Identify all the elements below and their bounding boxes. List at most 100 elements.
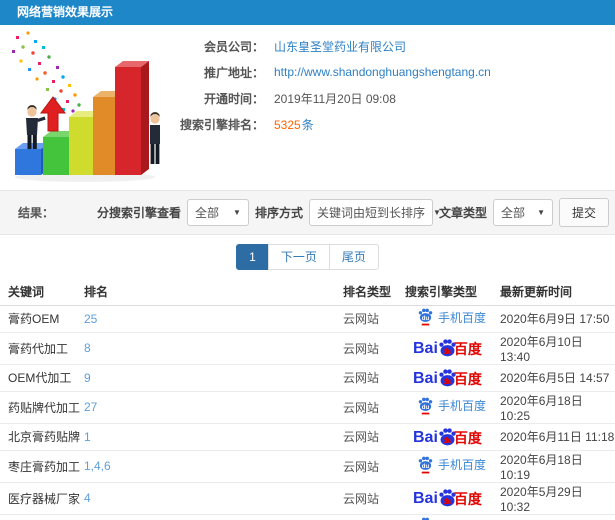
header-rank: 排名 — [84, 278, 343, 306]
submit-button[interactable]: 提交 — [558, 198, 609, 227]
rank-cell: 27 — [84, 391, 343, 424]
page-title: 网络营销效果展示 — [17, 5, 114, 19]
updated-cell: 2020年6月18日 10:25 — [500, 391, 615, 424]
keyword-text: OEM代加工 — [8, 371, 72, 385]
keyword-text: 药贴牌代加工 — [8, 400, 81, 415]
sort-label: 排序方式 — [254, 206, 303, 220]
baidu-bai-text: Bai — [413, 428, 438, 446]
rank-type-text: 云网站 — [343, 459, 380, 474]
rank-type-cell: 云网站 — [343, 423, 405, 451]
rank-cell: 4 — [84, 482, 343, 515]
keyword-cell: 北京膏药贴牌 — [0, 423, 84, 451]
marketing-effect-page: 网络营销效果展示 会员公司： 山东皇圣堂药业有限公司 推广地址： http://… — [0, 0, 615, 520]
rank-total-label: 搜索引擎排名： — [179, 117, 264, 132]
keyword-cell: 药贴牌代加工 — [0, 391, 84, 424]
bar-red — [115, 61, 149, 175]
header-updated: 最新更新时间 — [500, 278, 615, 306]
table-row: 菏泽膏药厂家 17 云网站 du手机百度 2020年6月11日 11:40 — [0, 514, 615, 520]
rank-link[interactable]: 25 — [84, 312, 97, 326]
updated-cell: 2020年6月18日 10:19 — [500, 450, 615, 483]
rank-cell: 9 — [84, 364, 343, 392]
mobile-baidu-label: 手机百度 — [438, 458, 487, 472]
rank-type-text: 云网站 — [343, 341, 380, 356]
businessman-right — [150, 112, 160, 164]
rank-type-text: 云网站 — [343, 430, 380, 444]
rank-link[interactable]: 27 — [84, 400, 97, 414]
rank-type-text: 云网站 — [343, 400, 380, 415]
article-type-select[interactable]: 全部 ▼ — [492, 199, 553, 226]
keyword-cell: 医疗器械厂家 — [0, 482, 84, 515]
chevron-down-icon: ▼ — [233, 208, 241, 217]
engine-cell: du 手机百度 — [405, 305, 500, 333]
engine-filter-select[interactable]: 全部 ▼ — [186, 199, 249, 226]
mobile-baidu-logo: du 手机百度 — [405, 308, 486, 326]
sort-select[interactable]: 关键词由短到长排序 ▼ — [308, 199, 441, 226]
updated-cell: 2020年6月10日 13:40 — [500, 332, 615, 365]
baidu-bai-text: Bai — [413, 369, 438, 387]
updated-text: 2020年6月5日 14:57 — [500, 371, 610, 385]
rank-link[interactable]: 9 — [84, 371, 91, 385]
rank-link[interactable]: 8 — [84, 341, 91, 355]
info-rows: 会员公司： 山东皇圣堂药业有限公司 推广地址： http://www.shand… — [178, 33, 491, 137]
baidu-cn-text: 百度 — [453, 341, 482, 357]
updated-text: 2020年6月10日 13:40 — [500, 334, 583, 364]
updated-cell: 2020年6月11日 11:40 — [500, 514, 615, 520]
open-time-value: 2019年11月20日 09:08 — [274, 91, 396, 106]
updated-text: 2020年6月18日 10:25 — [500, 393, 583, 423]
info-row-url: 推广地址： http://www.shandonghuangshengtang.… — [178, 59, 491, 85]
confetti-dots — [12, 31, 81, 113]
engine-cell: du 手机百度 — [405, 450, 500, 483]
keyword-cell: 菏泽膏药厂家 — [0, 514, 84, 520]
company-label: 会员公司： — [203, 39, 264, 54]
rank-total-unit: 条 — [301, 117, 314, 132]
rank-type-cell: 云网站 — [343, 305, 405, 333]
svg-text:du: du — [422, 315, 430, 322]
rank-total-value: 5325条 — [274, 116, 314, 133]
growth-bar-chart-illustration — [12, 31, 160, 182]
rank-cell: 25 — [84, 305, 343, 333]
keyword-text: 北京膏药贴牌 — [8, 430, 81, 444]
svg-text:du: du — [443, 376, 453, 385]
rank-cell: 1 — [84, 423, 343, 451]
rank-type-cell: 云网站 — [343, 391, 405, 424]
baidu-logo: Bai du 百度 — [405, 339, 482, 357]
company-link[interactable]: 山东皇圣堂药业有限公司 — [274, 38, 406, 55]
result-label: 结果： — [18, 206, 55, 220]
header-engine-type: 搜索引擎类型 — [405, 278, 500, 306]
info-row-company: 会员公司： 山东皇圣堂药业有限公司 — [178, 33, 491, 59]
header-rank-type: 排名类型 — [343, 278, 405, 306]
rank-type-text: 云网站 — [343, 491, 380, 506]
rank-type-cell: 云网站 — [343, 450, 405, 483]
updated-cell: 2020年6月11日 11:18 — [500, 423, 615, 451]
open-time-label: 开通时间： — [203, 91, 264, 106]
rank-type-cell: 云网站 — [343, 482, 405, 515]
promo-url-link[interactable]: http://www.shandonghuangshengtang.cn — [274, 65, 491, 79]
next-page-button[interactable]: 下一页 — [267, 243, 330, 270]
table-row: 膏药代加工 8 云网站 Bai du 百度 2020年6月10日 13:40 — [0, 332, 615, 365]
table-row: 枣庄膏药加工 1,4,6 云网站 du 手机百度 2020年6月18日 10:19 — [0, 450, 615, 483]
promo-url-label: 推广地址： — [203, 65, 264, 80]
table-row: 医疗器械厂家 4 云网站 Bai du 百度 2020年5月29日 10:32 — [0, 482, 615, 515]
mobile-baidu-paw-icon: du — [418, 397, 433, 414]
baidu-logo: Bai du 百度 — [405, 427, 482, 446]
rank-link[interactable]: 1 — [84, 430, 91, 444]
engine-cell: Bai du 百度 — [405, 364, 500, 392]
keyword-cell: 膏药代加工 — [0, 332, 84, 365]
updated-text: 2020年5月29日 10:32 — [500, 484, 583, 514]
rank-type-cell: 云网站 — [343, 364, 405, 392]
last-page-button[interactable]: 尾页 — [328, 243, 379, 270]
page-1-button[interactable]: 1 — [236, 243, 269, 270]
article-type-value: 全部 — [500, 206, 525, 220]
keyword-text: 膏药OEM — [8, 312, 60, 326]
table-header-row: 关键词 排名 排名类型 搜索引擎类型 最新更新时间 — [0, 278, 615, 306]
engine-cell: Bai du 百度 — [405, 423, 500, 451]
rank-link[interactable]: 4 — [84, 491, 91, 505]
table-row: 药贴牌代加工 27 云网站 du 手机百度 2020年6月18日 10:25 — [0, 391, 615, 424]
rank-link[interactable]: 1,4,6 — [84, 459, 111, 473]
rank-cell: 17 — [84, 514, 343, 520]
baidu-cn-text: 百度 — [453, 491, 482, 507]
baidu-bai-text: Bai — [413, 490, 438, 507]
updated-cell: 2020年5月29日 10:32 — [500, 482, 615, 515]
updated-text: 2020年6月9日 17:50 — [500, 312, 610, 326]
engine-cell: Bai du 百度 — [405, 482, 500, 515]
